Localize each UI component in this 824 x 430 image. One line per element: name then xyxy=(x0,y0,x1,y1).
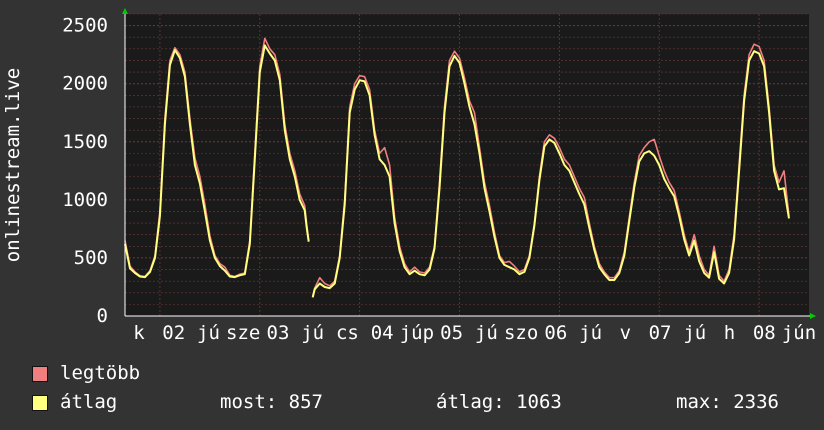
x-tick-labels: k 02 jú sze 03 jú cs 04 júp 05 jú szo 06 jú v 07 jú h 08 jú… xyxy=(133,322,816,344)
x-tick-label: sze xyxy=(226,322,260,344)
x-tick-label: jú xyxy=(197,322,220,344)
x-tick-label: jú xyxy=(475,322,498,344)
x-tick-label: jú xyxy=(683,322,706,344)
legend-swatch-avg xyxy=(32,395,48,411)
x-tick-label: 04 xyxy=(371,322,394,344)
x-axis-arrow xyxy=(810,313,816,319)
x-tick-label: jú xyxy=(579,322,602,344)
x-tick-label: 05 xyxy=(440,322,463,344)
x-tick-label: 03 xyxy=(267,322,290,344)
y-tick-label: 2500 xyxy=(62,15,108,37)
y-tick-label: 2000 xyxy=(62,73,108,95)
x-tick-label: v xyxy=(620,322,631,344)
stat-max: max: 2336 xyxy=(676,391,779,413)
legend-label-max: legtöbb xyxy=(60,362,141,384)
x-tick-label: h xyxy=(724,322,735,344)
stat-now: most: 857 xyxy=(220,391,323,413)
x-tick-label: k xyxy=(133,322,145,344)
stat-average: átlag: 1063 xyxy=(436,391,562,413)
legend-swatch-max xyxy=(32,366,48,382)
x-tick-label: 06 xyxy=(544,322,567,344)
x-tick-label: 02 xyxy=(162,322,185,344)
y-tick-label: 1500 xyxy=(62,131,108,153)
y-tick-label: 0 xyxy=(97,305,108,327)
traffic-chart: 05001000150020002500 k 02 jú sze 03 jú cs 04 júp… xyxy=(2,8,816,344)
legend-label-avg: átlag xyxy=(60,391,118,413)
y-tick-labels: 0 500 1000 1500 2000 2500 xyxy=(62,15,108,327)
x-tick-label: jún xyxy=(782,322,816,344)
x-tick-label: cs xyxy=(336,322,359,344)
y-axis-arrow xyxy=(122,8,128,14)
x-tick-label: szo xyxy=(504,322,538,344)
y-tick-label: 500 xyxy=(74,247,108,269)
x-tick-label: 08 xyxy=(753,322,776,344)
x-tick-label: jú xyxy=(301,322,324,344)
x-tick-label: 07 xyxy=(649,322,672,344)
y-tick-label: 1000 xyxy=(62,189,108,211)
x-tick-label: júp xyxy=(400,322,434,344)
y-axis-label: onlinestream.live xyxy=(2,68,24,262)
